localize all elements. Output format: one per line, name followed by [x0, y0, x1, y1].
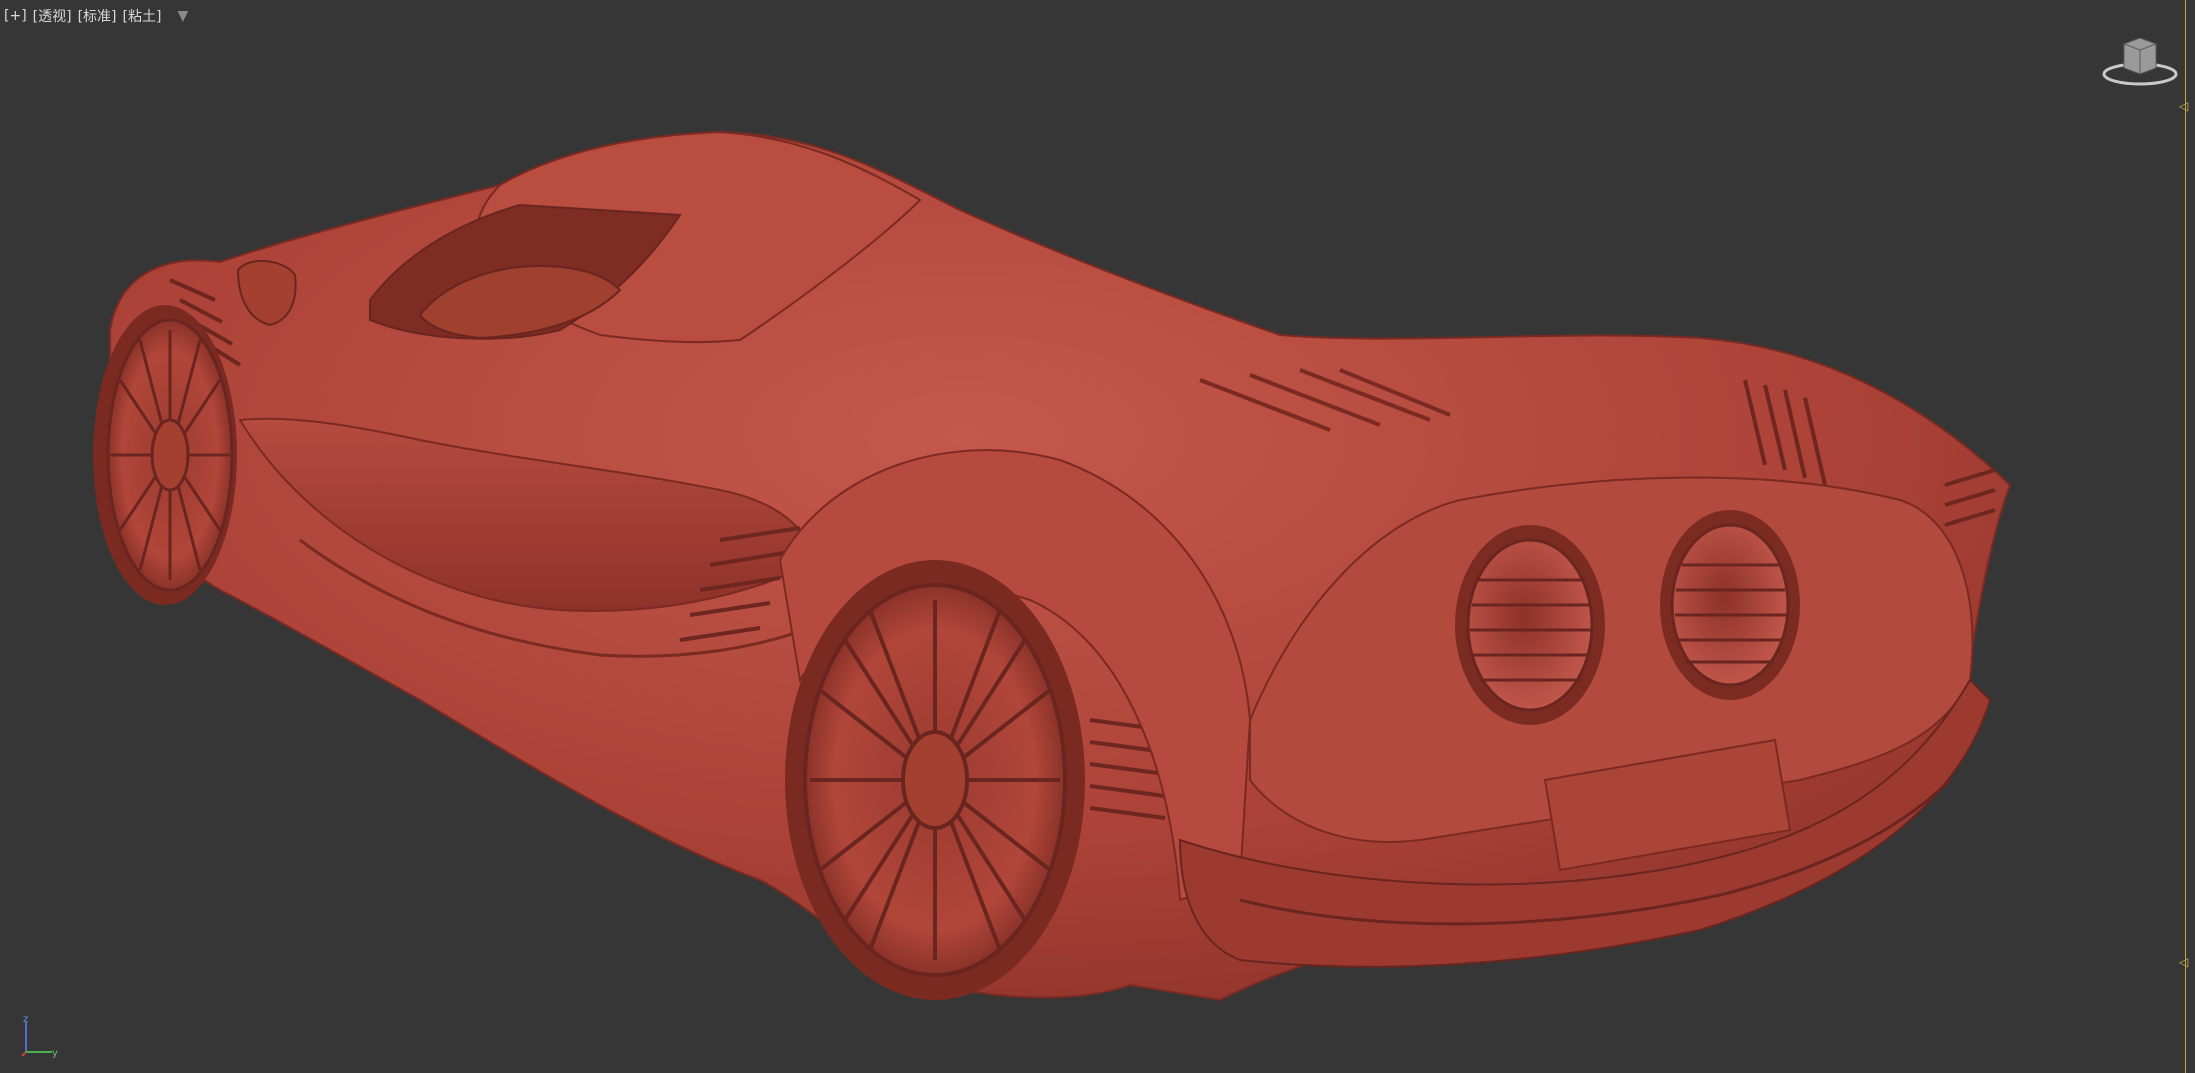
- car-model-render[interactable]: [0, 0, 2195, 1073]
- axis-y-label: y: [52, 1048, 58, 1058]
- front-wheel: [93, 305, 237, 605]
- viewcube-icon[interactable]: [2100, 30, 2180, 90]
- edge-marker-triangle-icon[interactable]: ◁: [2179, 100, 2188, 112]
- axis-z-label: z: [23, 1014, 28, 1025]
- viewport-perspective[interactable]: [+] [透视] [标准] [粘土] ▼ ◁ ◁ z y: [0, 0, 2195, 1073]
- rear-wheel: [785, 560, 1085, 1000]
- edge-marker-triangle-icon[interactable]: ◁: [2179, 956, 2188, 968]
- axis-tripod-icon: z y: [21, 1014, 58, 1058]
- viewport-right-border: [2185, 0, 2186, 1073]
